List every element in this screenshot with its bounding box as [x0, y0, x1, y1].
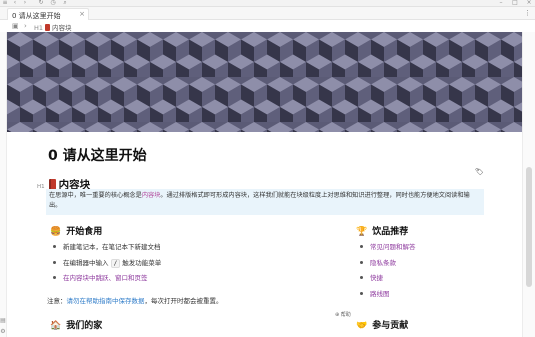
forward-icon[interactable]: › — [22, 0, 28, 6]
info-block[interactable]: 在思源中，唯一重要的核心概念是内容块。通过排版格式即可形成内容块，这样我们就能在… — [46, 189, 484, 215]
list-item[interactable]: 快捷 — [360, 271, 416, 287]
top-toolbar: ≡ ‹ › ↻ ◷ ⌕ – □ × — [0, 0, 535, 7]
heading-icon: H1 — [34, 24, 44, 32]
attention-label: 注意： — [47, 297, 67, 305]
tab-menu-icon[interactable]: ⋮ — [524, 9, 531, 17]
hamburger-icon: 🍔 — [50, 227, 62, 237]
list-item[interactable]: 路线图 — [360, 287, 416, 303]
link-jump[interactable]: 在内容块中跳跃、窗口和页签 — [63, 274, 148, 282]
tab-start-here[interactable]: 0 请从这里开始 × — [7, 8, 89, 20]
breadcrumb-bar: ▣ › H1 内容块 — [0, 20, 535, 32]
editor-content[interactable]: 0 请从这里开始 🏷 H1 内容块 在思源中，唯一重要的核心概念是内容块。通过排版… — [7, 132, 522, 337]
link-shortcuts[interactable]: 快捷 — [370, 274, 383, 282]
right-dock — [522, 32, 535, 337]
list-item[interactable]: 常见问题和解答 — [360, 240, 416, 256]
start-list: 新建笔记本，在笔记本下新建文档 在编辑器中输入 / 触发功能菜单 在内容块中跳跃… — [53, 240, 161, 287]
attention-link[interactable]: 请勿在帮助指南中保存数据 — [67, 297, 145, 305]
pin-icon[interactable]: 🏷 — [475, 168, 484, 176]
breadcrumb-label: 内容块 — [52, 24, 72, 32]
section-contribute[interactable]: 🤝 参与贡献 — [356, 318, 408, 331]
tab-bar: 0 请从这里开始 × ⋮ — [0, 7, 535, 20]
list-item[interactable]: 在内容块中跳跃、窗口和页签 — [53, 271, 161, 287]
trophy-icon: 🏆 — [356, 227, 368, 237]
minimize-icon[interactable]: – — [498, 0, 504, 6]
list-item[interactable]: 隐私条款 — [360, 256, 416, 272]
list-item[interactable]: 在编辑器中输入 / 触发功能菜单 — [53, 256, 161, 272]
section-our-home[interactable]: 🏠 我们的家 — [50, 318, 102, 331]
app-window: ≡ ‹ › ↻ ◷ ⌕ – □ × 0 请从这里开始 × ⋮ ▣ › H1 内容块… — [0, 0, 535, 337]
scrollbar[interactable] — [526, 167, 532, 287]
breadcrumb[interactable]: H1 内容块 — [34, 22, 72, 32]
banner-image — [7, 32, 522, 132]
note-text-before: 在思源中，唯一重要的核心概念是 — [49, 192, 142, 199]
maximize-icon[interactable]: □ — [512, 0, 518, 6]
sidebar-toggle-icon[interactable]: ≡ — [2, 0, 8, 6]
house-icon: 🏠 — [50, 321, 62, 331]
list-item[interactable]: 新建笔记本，在笔记本下新建文档 — [53, 240, 161, 256]
section-drinks[interactable]: 🏆 饮品推荐 — [356, 224, 408, 237]
chevron-right-icon: › — [24, 22, 27, 30]
dock-settings-icon[interactable]: ⚙ — [0, 328, 6, 335]
section-title: 参与贡献 — [372, 321, 409, 331]
book-icon — [45, 24, 51, 31]
back-icon[interactable]: ‹ — [12, 0, 18, 6]
section-title: 饮品推荐 — [372, 227, 409, 237]
link-roadmap[interactable]: 路线图 — [370, 290, 390, 298]
heading-marker: H1 — [37, 184, 45, 190]
slash-key: / — [110, 258, 121, 268]
attention-note[interactable]: 注意：请勿在帮助指南中保存数据，每次打开时都会被重置。 — [47, 295, 223, 305]
attention-text: ，每次打开时都会被重置。 — [144, 297, 223, 305]
page-title[interactable]: 0 请从这里开始 — [48, 145, 147, 165]
left-dock: ▤ ⚙ — [0, 32, 7, 337]
outline-icon[interactable]: ▤ — [0, 317, 6, 324]
drinks-list: 常见问题和解答 隐私条款 快捷 路线图 — [360, 240, 416, 302]
link-faq[interactable]: 常见问题和解答 — [370, 243, 416, 251]
section-start-using[interactable]: 🍔 开始食用 — [50, 224, 102, 237]
note-highlight: 内容块 — [141, 192, 161, 199]
sync-icon[interactable]: ↻ — [38, 0, 44, 6]
help-tag[interactable]: ⊕ 帮助 — [335, 311, 351, 318]
dock-toggle-icon[interactable]: ▣ — [12, 22, 19, 30]
history-icon[interactable]: ◷ — [50, 0, 56, 6]
search-icon[interactable]: ⌕ — [62, 0, 68, 6]
close-window-icon[interactable]: × — [526, 0, 532, 6]
cube-pattern — [7, 32, 522, 132]
handshake-icon: 🤝 — [356, 321, 368, 331]
section-title: 开始食用 — [66, 227, 103, 237]
section-title: 我们的家 — [66, 321, 103, 331]
tab-close-icon[interactable]: × — [79, 10, 85, 18]
link-privacy[interactable]: 隐私条款 — [370, 259, 396, 267]
